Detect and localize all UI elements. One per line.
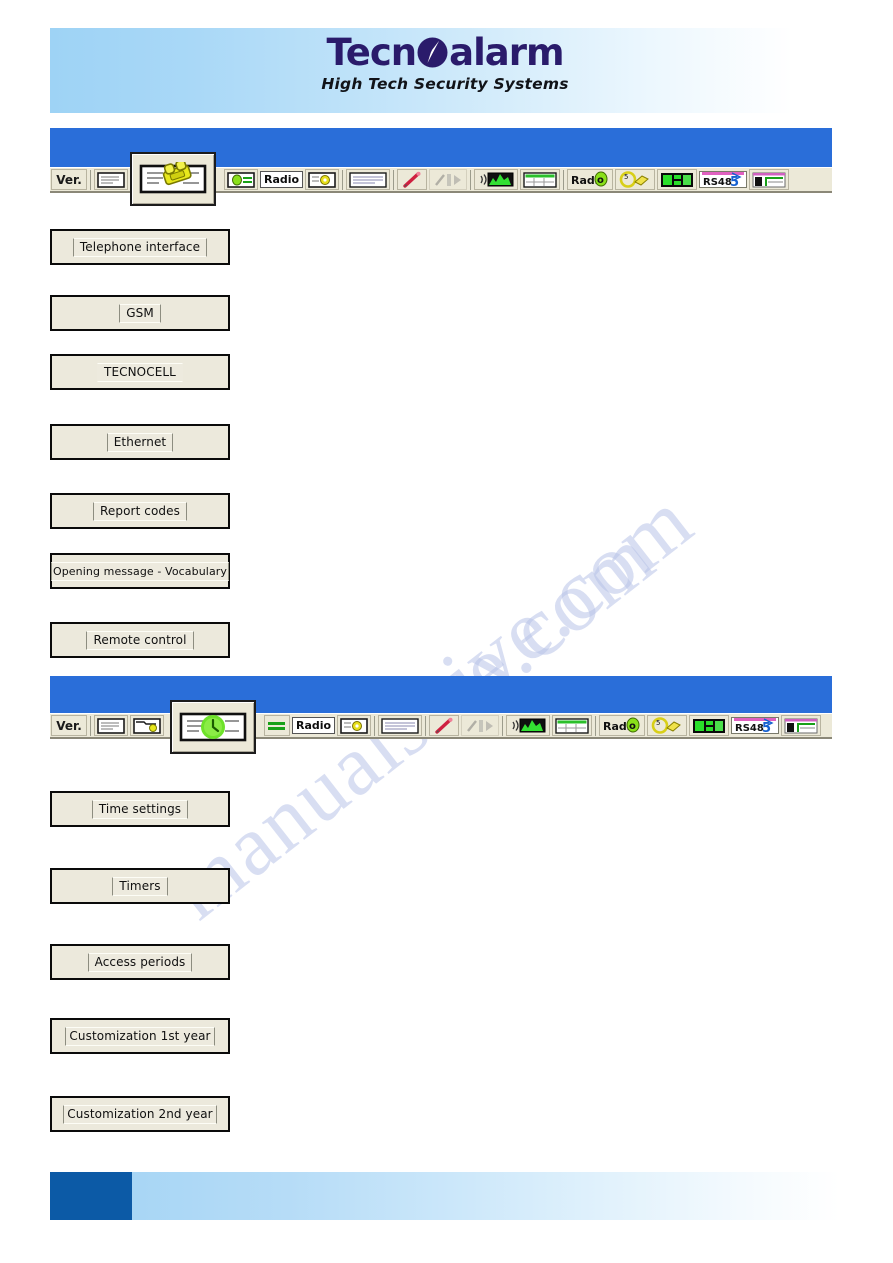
green-display-button[interactable] xyxy=(657,169,698,190)
toolbar-separator xyxy=(393,169,395,190)
svg-text:RS48: RS48 xyxy=(735,723,764,734)
toolbar-separator xyxy=(470,169,472,190)
report-codes-option[interactable]: Report codes xyxy=(50,493,230,529)
toolbar-time[interactable]: Ver. Radio Radi o 5 RS48 5 xyxy=(50,713,832,739)
svg-text:5: 5 xyxy=(730,175,739,188)
green-display-button[interactable] xyxy=(689,715,730,736)
svg-text:RS48: RS48 xyxy=(703,177,732,188)
folder-green-clock-icon xyxy=(179,710,247,744)
list-form-button[interactable] xyxy=(378,715,423,736)
option-label: GSM xyxy=(126,306,154,320)
option-label: Opening message - Vocabulary xyxy=(52,564,228,578)
speaker-wave-button[interactable] xyxy=(506,715,551,736)
opening-message-vocabulary-option[interactable]: Opening message - Vocabulary xyxy=(50,553,230,589)
remote-control-option[interactable]: Remote control xyxy=(50,622,230,658)
calendar-grid-button[interactable] xyxy=(552,715,593,736)
zones-button[interactable] xyxy=(224,169,258,190)
customization-2nd-year-option[interactable]: Customization 2nd year xyxy=(50,1096,230,1132)
settings-button[interactable] xyxy=(337,715,372,736)
zones-button[interactable] xyxy=(264,715,290,736)
page-footer xyxy=(50,1172,840,1220)
time-settings-option[interactable]: Time settings xyxy=(50,791,230,827)
brand-logo: Tecn alarm High Tech Security Systems xyxy=(50,34,840,93)
tecnoalarm-swoosh-icon xyxy=(417,37,448,68)
yellow-clock-key-button[interactable]: 5 xyxy=(615,169,656,190)
tecnocell-option[interactable]: TECNOCELL xyxy=(50,354,230,390)
option-label: Ethernet xyxy=(113,435,167,449)
tools-disabled-button[interactable] xyxy=(429,169,468,190)
option-label: Report codes xyxy=(100,504,180,518)
radio-green-button[interactable]: Radi o xyxy=(567,169,614,190)
tools-disabled-button[interactable] xyxy=(461,715,500,736)
footer-accent-block xyxy=(50,1172,132,1220)
logo-wordmark: Tecn alarm xyxy=(326,31,564,74)
toolbar-separator xyxy=(90,715,91,736)
svg-text:o: o xyxy=(629,721,636,732)
toolbar-separator xyxy=(425,715,427,736)
toolbar-separator xyxy=(90,169,91,190)
svg-text:5: 5 xyxy=(624,173,628,181)
version-button[interactable]: Ver. xyxy=(51,715,87,736)
toolbar-separator xyxy=(502,715,504,736)
svg-text:5: 5 xyxy=(762,721,771,734)
logo-word-prefix: Tecn xyxy=(326,31,417,74)
timers-option[interactable]: Timers xyxy=(50,868,230,904)
customization-1st-year-option[interactable]: Customization 1st year xyxy=(50,1018,230,1054)
toolbar-separator xyxy=(595,715,597,736)
rs485-button[interactable]: RS48 5 xyxy=(731,717,780,734)
calendar-grid-button[interactable] xyxy=(520,169,561,190)
option-label: Timers xyxy=(119,879,161,893)
new-file-button[interactable] xyxy=(94,169,128,190)
rs485-button[interactable]: RS48 5 xyxy=(699,171,748,188)
gsm-option[interactable]: GSM xyxy=(50,295,230,331)
list-form-button[interactable] xyxy=(346,169,391,190)
active-toolbar-button-time[interactable] xyxy=(170,700,256,754)
speaker-wave-button[interactable] xyxy=(474,169,519,190)
option-label: Access periods xyxy=(94,955,186,969)
option-label: Telephone interface xyxy=(79,240,201,254)
report-table-button[interactable] xyxy=(749,169,790,190)
toolbar-separator xyxy=(374,715,376,736)
yellow-clock-key-button[interactable]: 5 xyxy=(647,715,688,736)
svg-text:Radi: Radi xyxy=(571,174,599,187)
active-toolbar-button-telephone[interactable] xyxy=(130,152,216,206)
report-table-button[interactable] xyxy=(781,715,822,736)
toolbar-separator xyxy=(342,169,344,190)
folder-telephone-icon xyxy=(139,162,207,196)
version-button[interactable]: Ver. xyxy=(51,169,87,190)
ethernet-option[interactable]: Ethernet xyxy=(50,424,230,460)
svg-text:Radi: Radi xyxy=(603,720,631,733)
access-periods-option[interactable]: Access periods xyxy=(50,944,230,980)
option-label: Time settings xyxy=(98,802,182,816)
option-label: TECNOCELL xyxy=(104,365,176,379)
option-label: Customization 1st year xyxy=(69,1029,211,1043)
option-label: Customization 2nd year xyxy=(67,1107,213,1121)
new-file-button[interactable] xyxy=(94,715,128,736)
settings-button[interactable] xyxy=(305,169,340,190)
radio-green-button[interactable]: Radi o xyxy=(599,715,646,736)
option-label: Remote control xyxy=(93,633,187,647)
red-pen-button[interactable] xyxy=(429,715,460,736)
page-header-band: Tecn alarm High Tech Security Systems xyxy=(50,28,840,113)
brand-tagline: High Tech Security Systems xyxy=(321,75,569,93)
open-folder-button[interactable] xyxy=(130,715,164,736)
radio-button[interactable]: Radio xyxy=(292,717,336,734)
red-pen-button[interactable] xyxy=(397,169,428,190)
toolbar-separator xyxy=(563,169,565,190)
footer-gradient-bar xyxy=(132,1172,840,1220)
radio-button[interactable]: Radio xyxy=(260,171,304,188)
svg-text:5: 5 xyxy=(656,719,660,727)
logo-word-suffix: alarm xyxy=(449,31,564,74)
telephone-interface-option[interactable]: Telephone interface xyxy=(50,229,230,265)
svg-text:o: o xyxy=(597,175,604,186)
